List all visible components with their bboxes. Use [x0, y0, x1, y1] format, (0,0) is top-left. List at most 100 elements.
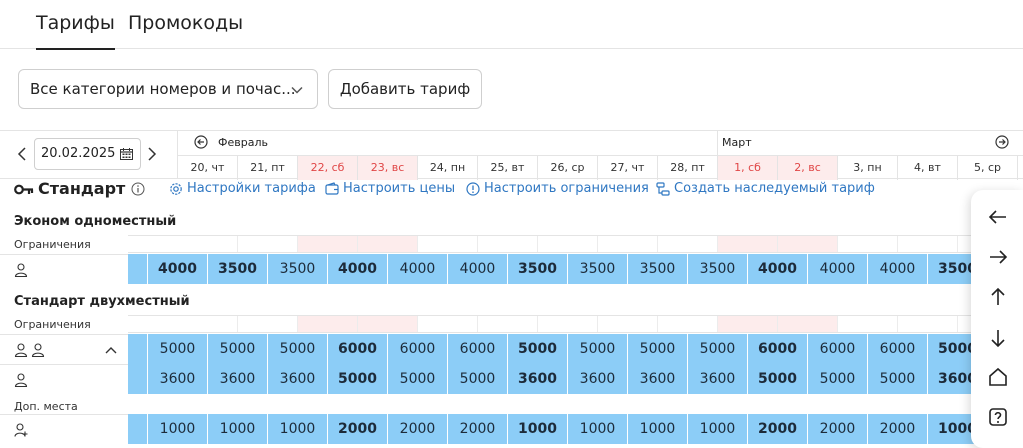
circle-arrow-left-icon[interactable] — [194, 135, 208, 149]
price-cell[interactable]: 6000 — [808, 334, 867, 364]
restriction-cell[interactable] — [658, 236, 718, 252]
create-inherited-tariff-link[interactable]: Создать наследуемый тариф — [656, 181, 875, 196]
price-cell[interactable]: 4000 — [388, 254, 447, 284]
restriction-cell[interactable] — [418, 316, 478, 332]
price-cell[interactable]: 5000 — [808, 364, 867, 394]
restrictions-row[interactable] — [128, 315, 1023, 333]
price-cell[interactable]: 4000 — [748, 254, 807, 284]
configure-prices-link[interactable]: Настроить цены — [325, 181, 455, 196]
price-cell[interactable]: 3500 — [628, 254, 687, 284]
price-cell[interactable]: 1000 — [148, 414, 207, 444]
price-cell[interactable]: 3600 — [628, 364, 687, 394]
price-cell[interactable]: 1000 — [628, 414, 687, 444]
price-cell[interactable]: 1000 — [268, 414, 327, 444]
restriction-cell[interactable] — [538, 236, 598, 252]
price-cell[interactable]: 4000 — [868, 254, 927, 284]
price-cell[interactable]: 2000 — [328, 414, 387, 444]
price-cell[interactable]: 4000 — [448, 254, 507, 284]
restriction-cell[interactable] — [718, 316, 778, 332]
price-cell[interactable]: 5000 — [448, 364, 507, 394]
price-cell[interactable]: 3500 — [208, 254, 267, 284]
arrow-up-icon[interactable] — [987, 286, 1009, 308]
price-cell[interactable]: 5000 — [388, 364, 447, 394]
price-cell[interactable]: 4000 — [328, 254, 387, 284]
circle-arrow-right-icon[interactable] — [995, 135, 1009, 149]
restriction-cell[interactable] — [838, 316, 898, 332]
price-cell[interactable]: 3600 — [268, 364, 327, 394]
chevron-right-icon[interactable] — [146, 145, 158, 163]
price-cell[interactable]: 5000 — [208, 334, 267, 364]
restriction-cell[interactable] — [658, 316, 718, 332]
price-cell[interactable]: 1000 — [508, 414, 567, 444]
info-icon[interactable] — [131, 182, 145, 196]
price-cell[interactable]: 5000 — [268, 334, 327, 364]
price-cell[interactable]: 2000 — [808, 414, 867, 444]
price-cell[interactable]: 3600 — [688, 364, 747, 394]
restriction-cell[interactable] — [178, 236, 238, 252]
restriction-cell[interactable] — [838, 236, 898, 252]
price-cell[interactable]: 5000 — [628, 334, 687, 364]
restriction-cell[interactable] — [898, 316, 958, 332]
price-cell[interactable]: 0 — [128, 334, 147, 364]
chevron-left-icon[interactable] — [16, 145, 28, 163]
chevron-up-icon[interactable] — [105, 345, 117, 355]
price-cell[interactable]: 6000 — [748, 334, 807, 364]
price-cell[interactable]: 5000 — [328, 364, 387, 394]
restriction-cell[interactable] — [298, 236, 358, 252]
price-cell[interactable]: 5000 — [688, 334, 747, 364]
restriction-cell[interactable] — [298, 316, 358, 332]
home-icon[interactable] — [987, 366, 1009, 388]
arrow-down-icon[interactable] — [987, 327, 1009, 349]
price-cell[interactable]: 0 — [128, 254, 147, 284]
price-cell[interactable]: 4000 — [148, 254, 207, 284]
restriction-cell[interactable] — [598, 316, 658, 332]
price-cell[interactable]: 6000 — [388, 334, 447, 364]
price-cell[interactable]: 4000 — [808, 254, 867, 284]
price-cell[interactable]: 5000 — [748, 364, 807, 394]
price-cell[interactable]: 1000 — [208, 414, 267, 444]
price-cell[interactable]: 5000 — [148, 334, 207, 364]
restriction-cell[interactable] — [178, 316, 238, 332]
restriction-cell[interactable] — [538, 316, 598, 332]
configure-restrictions-link[interactable]: Настроить ограничения — [466, 181, 649, 196]
price-cell[interactable]: 2000 — [388, 414, 447, 444]
help-icon[interactable] — [987, 406, 1009, 428]
room-category-select[interactable]: Все категории номеров и почас... — [18, 69, 318, 109]
price-cell[interactable]: 3500 — [508, 254, 567, 284]
restriction-cell[interactable] — [478, 236, 538, 252]
restriction-cell[interactable] — [418, 236, 478, 252]
arrow-left-icon[interactable] — [987, 206, 1009, 228]
price-cell[interactable]: 2000 — [868, 414, 927, 444]
price-cell[interactable]: 0 — [128, 364, 147, 394]
price-cell[interactable]: 3600 — [148, 364, 207, 394]
price-cell[interactable]: 3600 — [568, 364, 627, 394]
price-cell[interactable]: 1000 — [688, 414, 747, 444]
price-cell[interactable]: 5000 — [508, 334, 567, 364]
tab-promocodes[interactable]: Промокоды — [128, 12, 243, 34]
restriction-cell[interactable] — [478, 316, 538, 332]
tab-tariffs[interactable]: Тарифы — [36, 12, 115, 50]
price-cell[interactable]: 2000 — [448, 414, 507, 444]
restriction-cell[interactable] — [238, 316, 298, 332]
restriction-cell[interactable] — [358, 316, 418, 332]
restriction-cell[interactable] — [238, 236, 298, 252]
restriction-cell[interactable] — [778, 316, 838, 332]
restriction-cell[interactable] — [718, 236, 778, 252]
price-cell[interactable]: 6000 — [448, 334, 507, 364]
restrictions-row[interactable] — [128, 235, 1023, 253]
price-cell[interactable]: 5000 — [568, 334, 627, 364]
price-cell[interactable]: 1000 — [568, 414, 627, 444]
price-cell[interactable]: 3600 — [508, 364, 567, 394]
price-cell[interactable]: 6000 — [868, 334, 927, 364]
restriction-cell[interactable] — [598, 236, 658, 252]
price-cell[interactable]: 0 — [128, 414, 147, 444]
price-cell[interactable]: 2000 — [748, 414, 807, 444]
restriction-cell[interactable] — [358, 236, 418, 252]
price-cell[interactable]: 3500 — [568, 254, 627, 284]
price-cell[interactable]: 3500 — [268, 254, 327, 284]
price-cell[interactable]: 6000 — [328, 334, 387, 364]
arrow-right-icon[interactable] — [987, 246, 1009, 268]
price-cell[interactable]: 3500 — [688, 254, 747, 284]
price-cell[interactable]: 3600 — [208, 364, 267, 394]
tariff-settings-link[interactable]: Настройки тарифа — [169, 181, 316, 196]
